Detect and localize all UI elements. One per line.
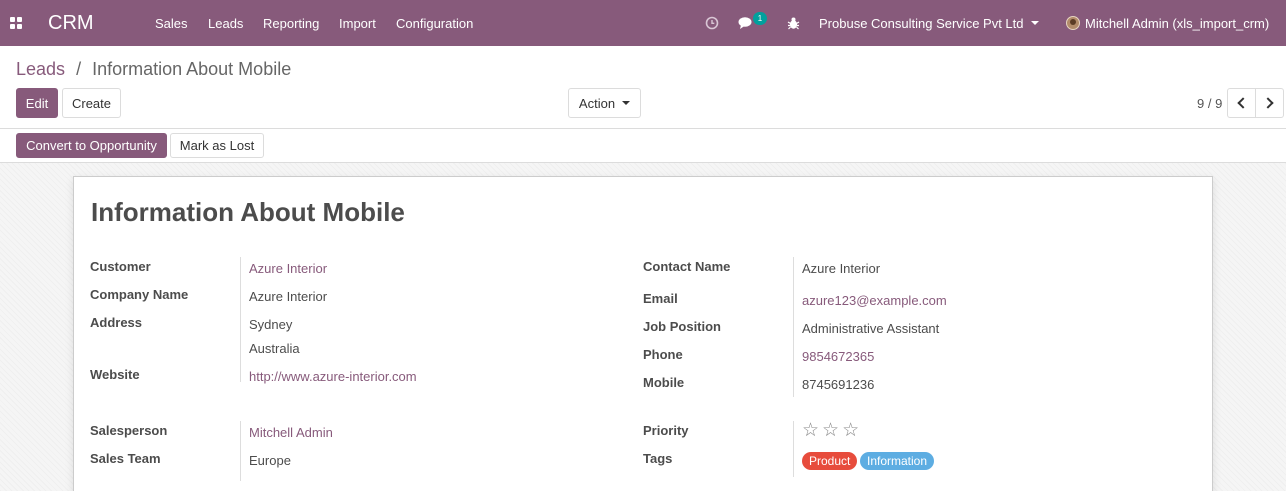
mobile-value: 8745691236	[802, 377, 875, 392]
convert-to-opportunity-button[interactable]: Convert to Opportunity	[16, 133, 167, 158]
field-separator	[793, 421, 794, 477]
sales-team-value: Europe	[249, 453, 291, 468]
company-switcher[interactable]: Probuse Consulting Service Pvt Ltd	[819, 0, 1039, 46]
chevron-down-icon	[1030, 21, 1039, 25]
field-separator	[793, 257, 794, 397]
phone-label: Phone	[643, 347, 683, 362]
customer-link[interactable]: Azure Interior	[249, 261, 327, 276]
job-position-value: Administrative Assistant	[802, 321, 940, 336]
menu-leads[interactable]: Leads	[208, 0, 243, 46]
edit-button[interactable]: Edit	[16, 88, 58, 118]
apps-icon[interactable]	[10, 0, 24, 46]
contact-name-value: Azure Interior	[802, 261, 881, 276]
menu-import[interactable]: Import	[339, 0, 376, 46]
company-name-value: Azure Interior	[249, 289, 328, 304]
action-label: Action	[578, 95, 616, 111]
breadcrumb-current: Information About Mobile	[92, 59, 292, 79]
avatar	[1066, 16, 1080, 30]
chat-icon[interactable]	[738, 0, 755, 46]
priority-widget: ☆ ☆ ☆	[802, 421, 859, 440]
sales-team-label: Sales Team	[90, 451, 161, 466]
star-icon[interactable]: ☆	[822, 421, 839, 440]
bug-icon[interactable]	[787, 0, 800, 46]
priority-label: Priority	[643, 423, 689, 438]
star-icon[interactable]: ☆	[802, 421, 819, 440]
contact-name-label: Contact Name	[643, 259, 731, 274]
top-navbar: CRM Sales Leads Reporting Import Configu…	[0, 0, 1286, 46]
salesperson-label: Salesperson	[90, 423, 168, 438]
clock-icon[interactable]	[705, 0, 719, 46]
chevron-right-icon	[1262, 97, 1274, 109]
form-sheet: Information About Mobile Customer Azure …	[73, 176, 1213, 491]
customer-label: Customer	[90, 259, 151, 274]
breadcrumb-leads-link[interactable]: Leads	[16, 59, 65, 79]
website-label: Website	[90, 367, 140, 382]
mobile-label: Mobile	[643, 375, 685, 390]
menu-configuration[interactable]: Configuration	[396, 0, 473, 46]
app-brand[interactable]: CRM	[48, 0, 94, 46]
breadcrumb: Leads / Information About Mobile	[16, 59, 291, 80]
menu-reporting[interactable]: Reporting	[263, 0, 319, 46]
company-name-label: Company Name	[90, 287, 189, 302]
mark-as-lost-button[interactable]: Mark as Lost	[170, 133, 264, 158]
email-label: Email	[643, 291, 678, 306]
phone-link[interactable]: 9854672365	[802, 349, 874, 364]
lead-title: Information About Mobile	[91, 197, 405, 227]
field-separator	[240, 257, 241, 382]
address-country: Australia	[249, 341, 300, 356]
chevron-down-icon	[622, 101, 631, 105]
pager-next-button[interactable]	[1255, 88, 1284, 118]
salesperson-link[interactable]: Mitchell Admin	[249, 425, 333, 440]
chat-badge: 1	[753, 12, 767, 25]
job-position-label: Job Position	[643, 319, 721, 334]
breadcrumb-separator: /	[76, 59, 82, 79]
tags-label: Tags	[643, 451, 673, 466]
tag-information[interactable]: Information	[860, 452, 935, 470]
menu-sales[interactable]: Sales	[155, 0, 188, 46]
address-city: Sydney	[249, 317, 293, 332]
divider	[0, 128, 1286, 129]
star-icon[interactable]: ☆	[842, 421, 859, 440]
user-name: Mitchell Admin (xls_import_crm)	[1085, 15, 1270, 31]
address-label: Address	[90, 315, 143, 330]
action-dropdown[interactable]: Action	[568, 88, 641, 118]
create-button[interactable]: Create	[62, 88, 121, 118]
pager-value[interactable]: 9 / 9	[1197, 96, 1222, 111]
field-separator	[240, 421, 241, 481]
chevron-left-icon	[1237, 97, 1249, 109]
user-menu[interactable]: Mitchell Admin (xls_import_crm)	[1066, 0, 1269, 46]
company-name: Probuse Consulting Service Pvt Ltd	[819, 15, 1024, 31]
pager-previous-button[interactable]	[1227, 88, 1256, 118]
email-link[interactable]: azure123@example.com	[802, 293, 947, 308]
website-link[interactable]: http://www.azure-interior.com	[249, 369, 417, 384]
tag-product[interactable]: Product	[802, 452, 858, 470]
